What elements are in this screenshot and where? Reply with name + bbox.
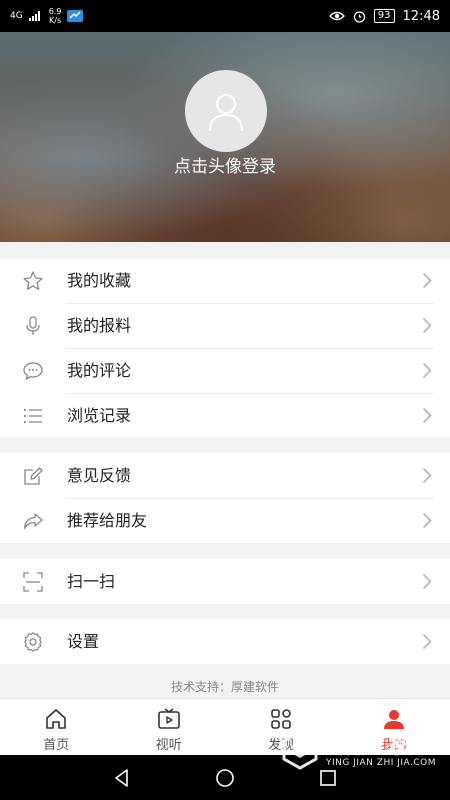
network-type: 4G	[10, 10, 23, 21]
status-bar: 4G 6.9 K/s 93 12:48	[0, 0, 450, 32]
menu-item-history[interactable]: 浏览记录	[0, 393, 450, 438]
comment-icon	[23, 362, 43, 381]
user-placeholder-icon	[209, 94, 243, 132]
signal-icon	[28, 11, 40, 21]
eye-icon	[328, 11, 345, 21]
menu-item-label: 我的评论	[67, 361, 132, 380]
tab-label: 首页	[43, 738, 70, 753]
watermark-logo-icon	[282, 730, 318, 770]
net-speed: 6.9 K/s	[48, 7, 62, 25]
tab-video[interactable]: 视听	[113, 699, 226, 755]
scan-icon	[23, 572, 43, 592]
menu-item-feedback[interactable]: 意见反馈	[0, 453, 450, 498]
menu-item-recommend[interactable]: 推荐给朋友	[0, 498, 450, 543]
tab-home[interactable]: 首页	[0, 699, 113, 755]
alarm-icon	[353, 10, 365, 23]
avatar[interactable]	[185, 70, 267, 152]
menu-group-account: 我的收藏 我的报料 我的评论 浏览记录	[0, 258, 450, 438]
menu-group-feedback: 意见反馈 推荐给朋友	[0, 453, 450, 543]
app-notification-icon	[67, 10, 84, 22]
watermark-title: 硬件之家	[322, 734, 410, 758]
chevron-right-icon	[422, 467, 432, 484]
watermark-subtitle: YING JIAN ZHI JIA.COM	[326, 758, 437, 768]
watermark: 硬件之家 YING JIAN ZHI JIA.COM	[282, 728, 442, 778]
chevron-right-icon	[422, 573, 432, 590]
menu-item-comments[interactable]: 我的评论	[0, 348, 450, 393]
menu-item-label: 浏览记录	[67, 406, 132, 425]
login-prompt[interactable]: 点击头像登录	[0, 152, 450, 177]
profile-header: 点击头像登录	[0, 32, 450, 242]
star-icon	[23, 271, 43, 290]
gear-icon	[24, 632, 42, 652]
edit-icon	[24, 467, 43, 485]
menu-group-scan: 扫一扫	[0, 559, 450, 604]
menu-group-settings: 设置	[0, 619, 450, 664]
chevron-right-icon	[422, 317, 432, 334]
back-icon[interactable]	[110, 766, 134, 790]
tab-label: 视听	[155, 738, 182, 753]
battery-level: 93	[373, 9, 395, 23]
microphone-icon	[26, 316, 40, 335]
menu-item-favorites[interactable]: 我的收藏	[0, 258, 450, 303]
chevron-right-icon	[422, 362, 432, 379]
home-circle-icon[interactable]	[213, 766, 237, 790]
menu-item-label: 推荐给朋友	[67, 511, 148, 530]
menu-item-label: 我的收藏	[67, 271, 132, 290]
menu-item-label: 我的报料	[67, 316, 132, 335]
menu-item-settings[interactable]: 设置	[0, 619, 450, 664]
clock: 12:48	[402, 8, 440, 24]
menu-item-label: 扫一扫	[67, 572, 116, 591]
video-icon	[157, 708, 180, 729]
chevron-right-icon	[422, 512, 432, 529]
list-icon	[23, 408, 42, 424]
menu-item-scan[interactable]: 扫一扫	[0, 559, 450, 604]
chevron-right-icon	[422, 633, 432, 650]
support-text: 技术支持：厚建软件	[170, 680, 279, 694]
chevron-right-icon	[422, 272, 432, 289]
chevron-right-icon	[422, 407, 432, 424]
home-icon	[46, 709, 67, 729]
menu-item-label: 意见反馈	[67, 466, 132, 485]
menu-item-label: 设置	[67, 632, 100, 651]
menu-item-reports[interactable]: 我的报料	[0, 303, 450, 348]
share-icon	[23, 513, 43, 530]
